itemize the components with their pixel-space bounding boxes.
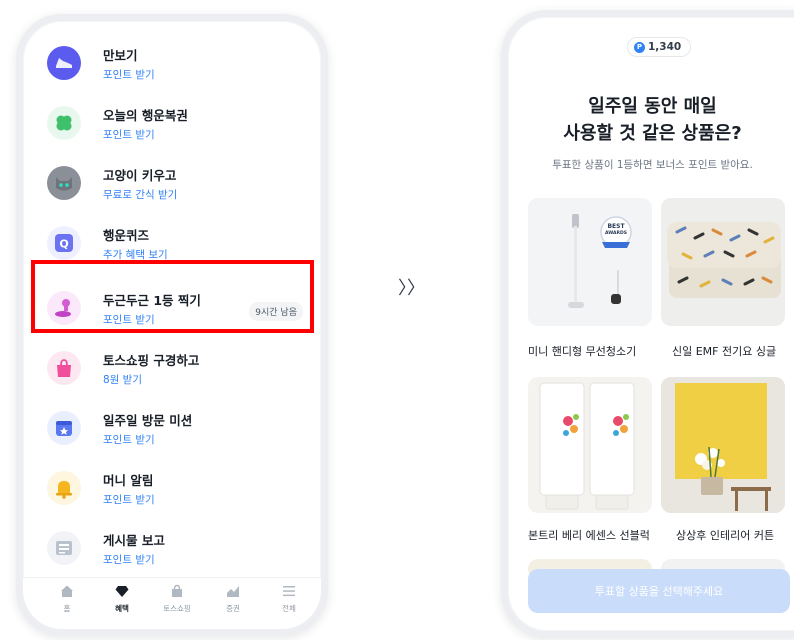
tab-label: 혜택 <box>115 604 129 613</box>
tab-label: 홈 <box>63 604 71 613</box>
clover-icon <box>47 106 81 140</box>
tab-label: 토스쇼핑 <box>163 604 191 613</box>
list-item-pedometer[interactable]: 만보기 포인트 받기 <box>23 36 321 96</box>
tab-home[interactable]: 홈 <box>42 584 92 614</box>
svg-text:Q: Q <box>59 238 68 251</box>
product-name: 미니 핸디형 무선청소기 <box>528 345 637 358</box>
list-item-subtitle: 8원 받기 <box>103 374 142 386</box>
tab-label: 전체 <box>282 604 296 613</box>
product-card-vacuum[interactable]: BEST AWARDS <box>528 198 652 326</box>
list-item-cat[interactable]: 고양이 키우고 무료로 간식 받기 <box>23 156 321 216</box>
vote-title-line2: 사용할 것 같은 상품은? <box>563 123 742 144</box>
list-item-title: 일주일 방문 미션 <box>103 413 193 428</box>
points-balance: 1,340 <box>648 41 682 53</box>
vote-title-line1: 일주일 동안 매일 <box>588 96 717 117</box>
list-item-subtitle: 무료로 간식 받기 <box>103 189 178 201</box>
highlight-box <box>31 260 314 333</box>
list-item-title: 고양이 키우고 <box>103 168 177 183</box>
quiz-icon: Q <box>47 226 81 260</box>
news-icon <box>47 531 81 565</box>
shopping-bag-icon <box>47 351 81 385</box>
bottom-tab-bar: 홈 혜택 토스쇼핑 증권 전체 <box>23 577 321 629</box>
bag-icon <box>172 584 182 597</box>
point-coin-icon: P <box>634 41 645 53</box>
tab-all[interactable]: 전체 <box>264 584 314 614</box>
list-item-title: 만보기 <box>103 48 138 63</box>
vacuum-cleaner-image <box>568 214 632 308</box>
home-icon <box>61 585 73 597</box>
tab-benefits[interactable]: 혜택 <box>97 584 147 614</box>
list-item-shopping[interactable]: 토스쇼핑 구경하고 8원 받기 <box>23 341 321 401</box>
product-card-curtain[interactable] <box>661 377 785 513</box>
list-item-title: 오늘의 행운복권 <box>103 108 188 123</box>
list-item-lottery[interactable]: 오늘의 행운복권 포인트 받기 <box>23 96 321 156</box>
cat-icon <box>47 166 81 200</box>
list-item-title: 게시물 보고 <box>103 533 165 548</box>
list-item-title: 토스쇼핑 구경하고 <box>103 353 200 368</box>
product-name: 본트리 베리 에센스 선블럭 <box>528 529 650 542</box>
list-item-subtitle: 포인트 받기 <box>103 494 155 506</box>
list-item-subtitle: 포인트 받기 <box>103 69 155 81</box>
list-item-weekly-mission[interactable]: 일주일 방문 미션 포인트 받기 <box>23 401 321 461</box>
list-item-title: 머니 알림 <box>103 473 154 488</box>
interior-curtain-image <box>661 377 785 513</box>
points-pill: P 1,340 <box>627 37 692 57</box>
product-card-sunblock[interactable] <box>528 377 652 513</box>
sneaker-icon <box>47 46 81 80</box>
list-item-title: 행운퀴즈 <box>103 228 150 243</box>
product-card-blanket[interactable] <box>661 198 785 326</box>
menu-icon <box>283 586 295 597</box>
list-item-subtitle: 포인트 받기 <box>103 434 155 446</box>
award-badge-top: BEST <box>607 223 625 230</box>
diamond-icon <box>115 586 129 597</box>
electric-blanket-image <box>667 222 781 298</box>
bell-icon <box>47 471 81 505</box>
list-item-subtitle: 포인트 받기 <box>103 129 155 141</box>
tab-label: 증권 <box>226 604 240 613</box>
vote-submit-button[interactable]: 투표할 상품을 선택해주세요 <box>528 569 790 613</box>
tab-stocks[interactable]: 증권 <box>208 584 258 614</box>
chart-icon <box>227 586 239 597</box>
list-item-subtitle: 포인트 받기 <box>103 554 155 566</box>
sunblock-tubes-image <box>539 382 635 510</box>
calendar-icon <box>47 411 81 445</box>
tab-toss-shopping[interactable]: 토스쇼핑 <box>152 584 202 614</box>
product-name: 상상후 인테리어 커튼 <box>676 529 775 542</box>
product-name: 신일 EMF 전기요 싱글 <box>672 345 777 358</box>
vote-subtitle: 투표한 상품이 1등하면 보너스 포인트 받아요. <box>552 159 753 171</box>
list-item-posts[interactable]: 게시물 보고 포인트 받기 <box>23 521 321 581</box>
award-badge-bottom: AWARDS <box>605 231 627 236</box>
list-item-money-alert[interactable]: 머니 알림 포인트 받기 <box>23 461 321 521</box>
right-phone-frame: P 1,340 일주일 동안 매일 사용할 것 같은 상품은? 투표한 상품이 … <box>501 10 794 638</box>
transition-arrow: 〉〉 <box>398 278 425 299</box>
